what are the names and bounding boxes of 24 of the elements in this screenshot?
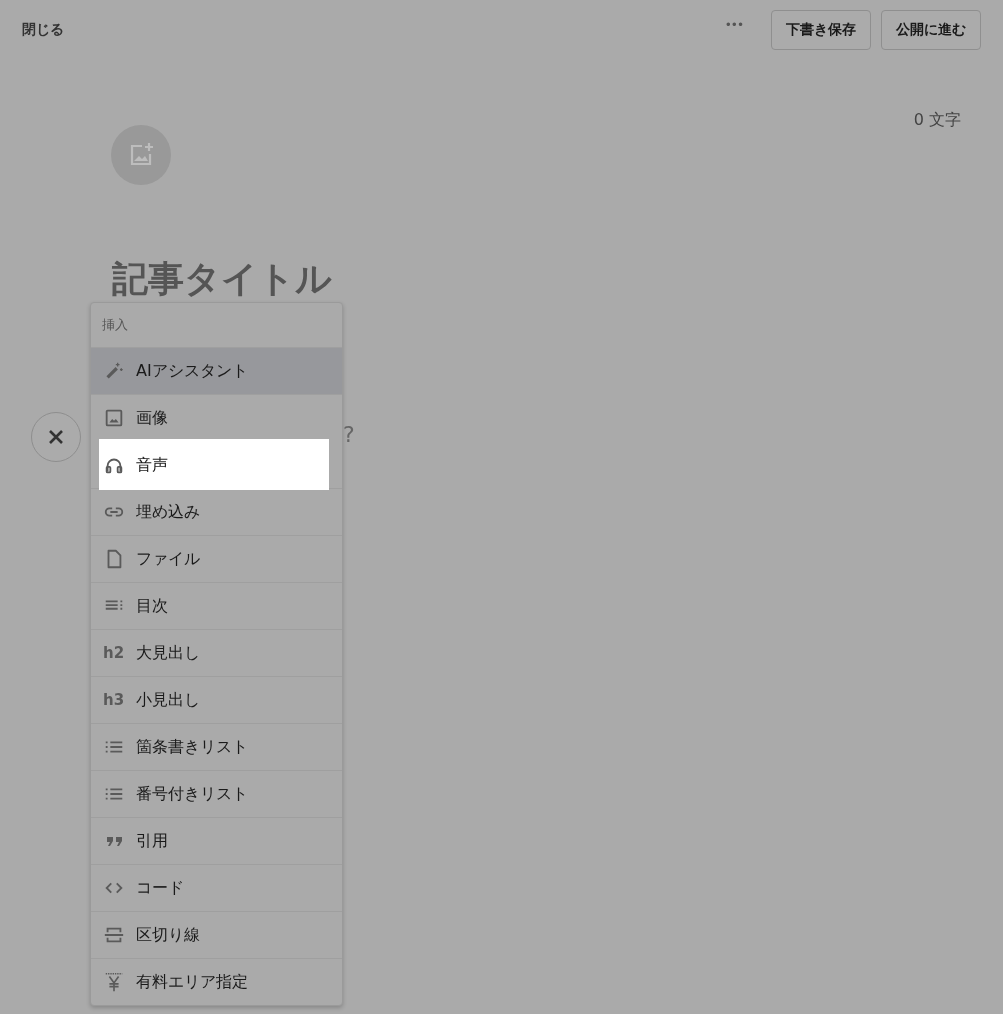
close-menu-button[interactable] <box>31 412 81 462</box>
heading-level-label: h3 <box>103 691 125 709</box>
menu-header: 挿入 <box>101 316 129 334</box>
menu-item[interactable]: 目次 <box>91 582 342 629</box>
menu-item[interactable]: 有料エリア指定 <box>91 958 342 1005</box>
heading-level-label: h2 <box>103 644 125 662</box>
menu-item[interactable]: h2 大見出し <box>91 629 342 676</box>
save-draft-button[interactable]: 下書き保存 <box>771 10 871 50</box>
menu-item[interactable]: コード <box>91 864 342 911</box>
menu-item[interactable]: 埋め込み <box>91 488 342 535</box>
menu-item[interactable]: AIアシスタント <box>91 347 342 394</box>
close-icon <box>48 429 64 445</box>
menu-item[interactable]: 区切り線 <box>91 911 342 958</box>
image-icon <box>103 407 125 429</box>
quote-icon <box>106 836 122 846</box>
character-count: 0 文字 <box>913 110 961 131</box>
menu-item[interactable]: 引用 <box>91 817 342 864</box>
close-link[interactable]: 閉じる <box>22 21 64 39</box>
menu-item[interactable]: 番号付きリスト <box>91 770 342 817</box>
menu-item[interactable]: ファイル <box>91 535 342 582</box>
menu-item[interactable]: h3 小見出し <box>91 676 342 723</box>
publish-button[interactable]: 公開に進む <box>881 10 981 50</box>
menu-item[interactable]: 箇条書きリスト <box>91 723 342 770</box>
menu-item[interactable]: 音声 <box>99 439 329 490</box>
